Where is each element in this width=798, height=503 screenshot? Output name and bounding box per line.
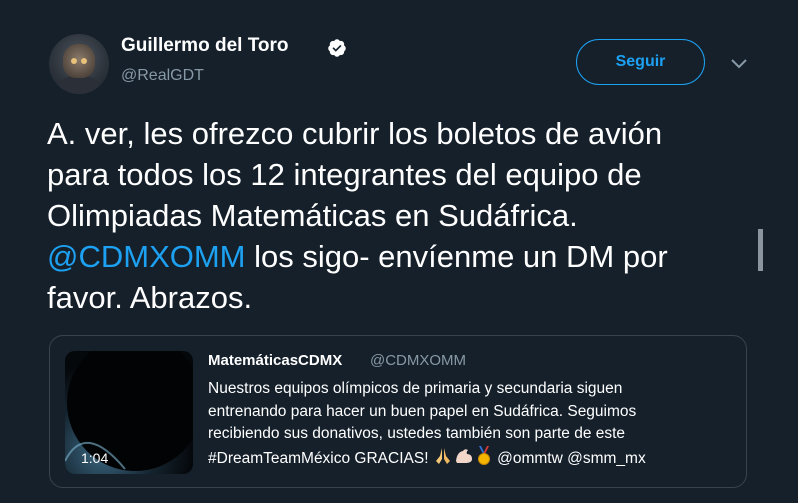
- tweet-text: A. ver, les ofrezco cubrir los boletos d…: [47, 113, 767, 318]
- chevron-down-icon[interactable]: [729, 57, 749, 71]
- quoted-line-mentions: @ommtw @smm_mx: [497, 449, 646, 467]
- text-cursor: [758, 229, 763, 271]
- quoted-line-text: #DreamTeamMéxico GRACIAS!: [208, 449, 433, 467]
- follow-button[interactable]: Seguir: [576, 39, 705, 85]
- mention-link[interactable]: @CDMXOMM: [47, 239, 246, 274]
- tweet-line: favor. Abrazos.: [47, 280, 253, 315]
- avatar-eye: [81, 58, 87, 64]
- tweet-line: @CDMXOMM los sigo- envíenme un DM por: [47, 236, 767, 277]
- author-handle[interactable]: @RealGDT: [121, 67, 204, 85]
- quoted-author-name[interactable]: MatemáticasCDMX: [208, 352, 342, 369]
- quoted-line: #DreamTeamMéxico GRACIAS! @ommtw @smm_mx: [208, 445, 738, 471]
- quoted-line: recibiendo sus donativos, ustedes tambié…: [208, 425, 626, 442]
- author-avatar[interactable]: [49, 34, 109, 94]
- avatar-eye: [71, 58, 77, 64]
- avatar-face: [63, 44, 95, 78]
- tweet-line-text: los sigo- envíenme un DM por: [245, 239, 668, 274]
- quoted-author-handle[interactable]: @CDMXOMM: [370, 352, 466, 369]
- avatar-body: [59, 76, 99, 94]
- flexed-biceps-icon: [455, 448, 472, 463]
- folded-hands-icon: [435, 447, 450, 464]
- tweet-line: A. ver, les ofrezco cubrir los boletos d…: [47, 116, 663, 151]
- video-thumbnail[interactable]: 1:04: [65, 351, 193, 474]
- quoted-line: Nuestros equipos olímpicos de primaria y…: [208, 380, 623, 397]
- tweet-line: Olimpiadas Matemáticas en Sudáfrica.: [47, 198, 578, 233]
- author-name[interactable]: Guillermo del Toro: [121, 35, 289, 57]
- medal-icon: [477, 445, 490, 465]
- quoted-line: entrenando para hacer un buen papel en S…: [208, 402, 637, 420]
- video-duration: 1:04: [81, 450, 109, 466]
- tweet-line: para todos los 12 integrantes del equipo…: [47, 157, 642, 192]
- quoted-tweet[interactable]: 1:04 MatemáticasCDMX @CDMXOMM Nuestros e…: [49, 335, 747, 488]
- quoted-text: Nuestros equipos olímpicos de primaria y…: [208, 378, 738, 470]
- verified-badge-icon: [328, 39, 346, 57]
